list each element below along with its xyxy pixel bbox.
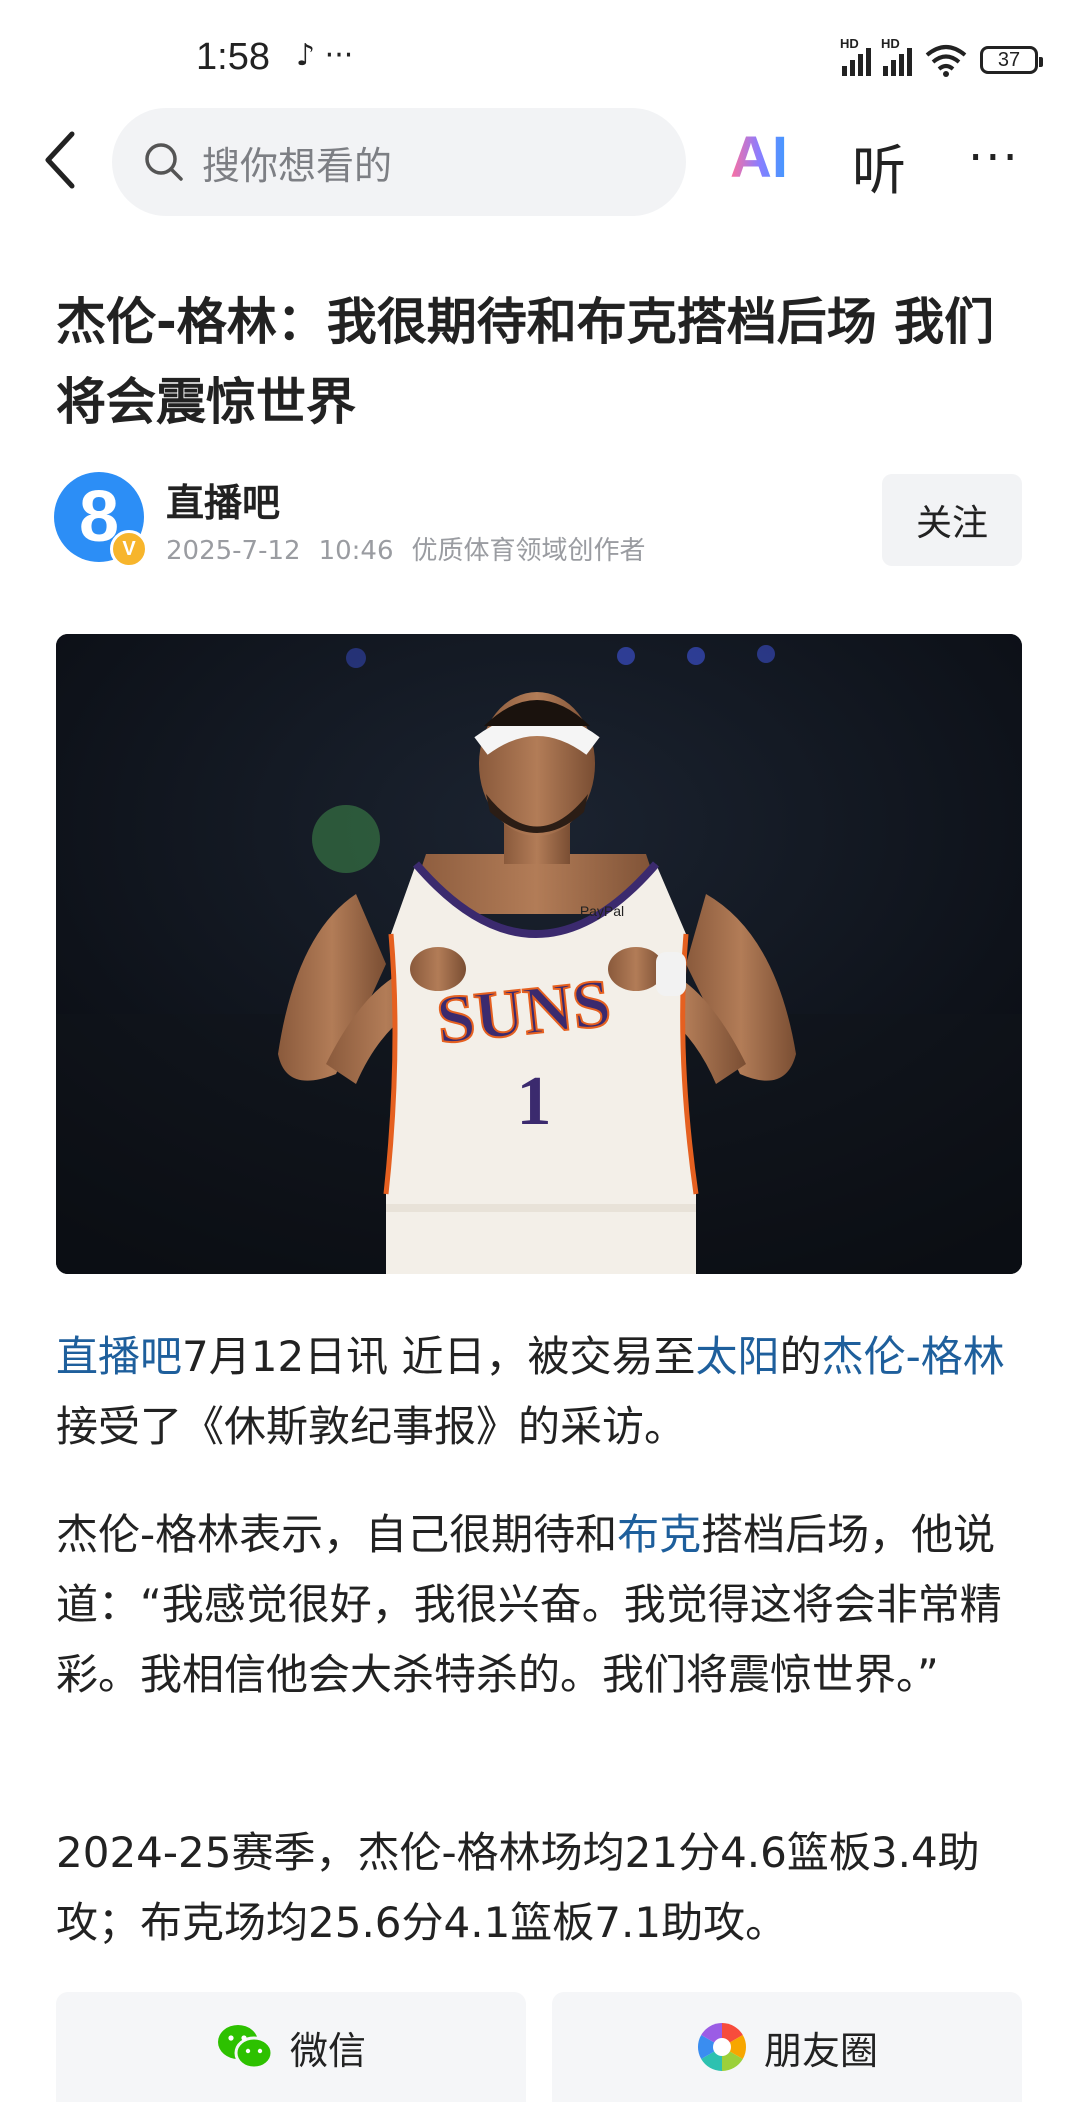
publish-date: 2025-7-12 xyxy=(166,536,301,566)
publish-time: 10:46 xyxy=(318,536,394,566)
status-time: 1:58 xyxy=(196,36,270,78)
player-link[interactable]: 布克 xyxy=(617,1510,701,1559)
paragraph-text: 接受了《休斯敦纪事报》的采访。 xyxy=(56,1402,687,1451)
signal-hd-label: HD xyxy=(840,36,859,51)
share-moments-button[interactable]: 朋友圈 xyxy=(552,1992,1022,2102)
search-placeholder: 搜你想看的 xyxy=(202,143,393,188)
author-meta: 2025-7-12 10:46 优质体育领域创作者 xyxy=(166,530,664,567)
signal-icon: HD xyxy=(881,36,912,76)
source-link[interactable]: 直播吧 xyxy=(56,1332,182,1381)
status-right: HD HD 37 xyxy=(840,36,1043,80)
jersey-number: 1 xyxy=(517,1063,552,1140)
article-photo[interactable]: SUNS 1 PayPal xyxy=(56,634,1022,1274)
author-name[interactable]: 直播吧 xyxy=(166,472,280,527)
ai-button[interactable]: AI xyxy=(730,124,788,191)
battery-icon: 37 xyxy=(980,46,1043,74)
more-button[interactable]: ··· xyxy=(968,130,1020,186)
follow-button[interactable]: 关注 xyxy=(882,474,1022,566)
notification-icons: ♪ ··· xyxy=(296,38,354,73)
article-title: 杰伦-格林：我很期待和布克搭档后场 我们将会震惊世界 xyxy=(56,293,995,431)
paragraph-text: 7月12日讯 近日，被交易至 xyxy=(182,1332,696,1381)
moments-icon xyxy=(697,2023,746,2071)
signal-icon: HD xyxy=(840,36,871,76)
player-photo-illustration: SUNS 1 PayPal xyxy=(56,634,1022,1274)
back-button[interactable] xyxy=(40,128,100,208)
search-input[interactable]: 搜你想看的 xyxy=(112,108,686,216)
article-paragraph: 2024-25赛季，杰伦-格林场均21分4.6篮板3.4助攻；布克场均25.6分… xyxy=(56,1818,1022,1958)
author-tagline: 优质体育领域创作者 xyxy=(411,536,646,566)
article-paragraph: 杰伦-格林表示，自己很期待和布克搭档后场，他说道：“我感觉很好，我很兴奋。我觉得… xyxy=(56,1500,1022,1710)
search-icon xyxy=(145,143,183,181)
article-paragraph: 直播吧7月12日讯 近日，被交易至太阳的杰伦-格林接受了《休斯敦纪事报》的采访。 xyxy=(56,1322,1022,1462)
share-moments-label: 朋友圈 xyxy=(763,2028,878,2073)
paragraph-text: 的 xyxy=(779,1332,822,1381)
player-link[interactable]: 杰伦-格林 xyxy=(822,1332,1005,1381)
paragraph-text: 杰伦-格林表示，自己很期待和 xyxy=(56,1510,618,1559)
signal-hd-label: HD xyxy=(881,36,900,51)
share-wechat-label: 微信 xyxy=(289,2028,366,2073)
verified-badge: V xyxy=(110,530,148,568)
listen-button[interactable]: 听 xyxy=(852,126,906,205)
wifi-icon xyxy=(925,45,967,77)
jersey-sponsor: PayPal xyxy=(580,903,624,919)
chevron-left-icon xyxy=(45,131,75,189)
team-link[interactable]: 太阳 xyxy=(696,1332,780,1381)
share-wechat-button[interactable]: 微信 xyxy=(56,1992,526,2102)
paragraph-text: 2024-25赛季，杰伦-格林场均21分4.6篮板3.4助攻；布克场均25.6分… xyxy=(56,1828,980,1947)
wechat-icon xyxy=(217,2025,274,2070)
